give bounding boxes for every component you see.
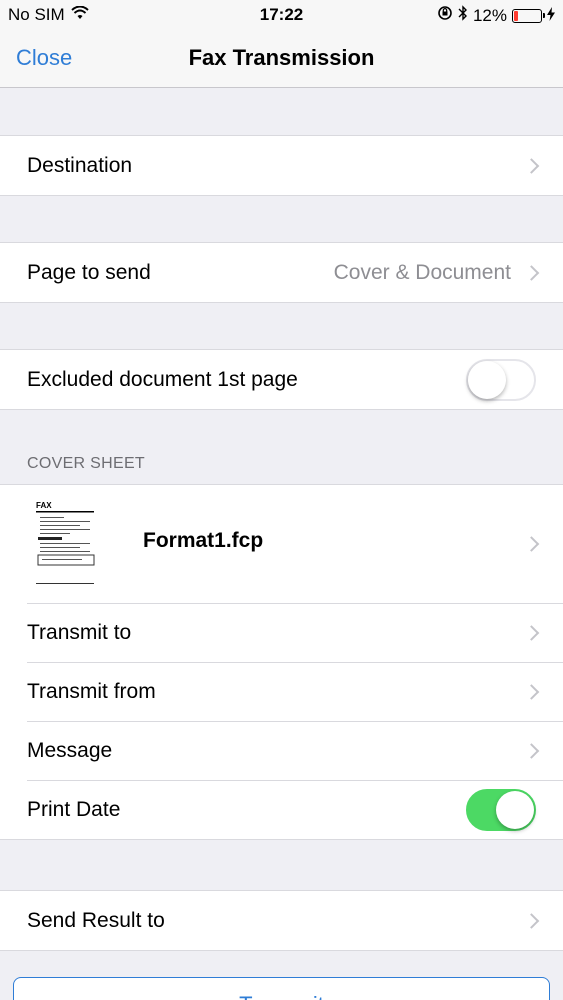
battery-icon [512, 8, 545, 23]
message-label: Message [27, 738, 113, 762]
transmit-to-row[interactable]: Transmit to [0, 603, 563, 662]
chevron-right-icon [523, 912, 540, 929]
bluetooth-icon [458, 5, 468, 26]
chevron-right-icon [523, 742, 540, 759]
destination-group: Destination [0, 135, 563, 196]
cover-format-row[interactable]: FAX Format1.fcp [0, 485, 563, 603]
orientation-lock-icon [437, 5, 453, 26]
transmit-from-label: Transmit from [27, 679, 156, 703]
excluded-label: Excluded document 1st page [27, 367, 298, 391]
page-to-send-label: Page to send [27, 260, 151, 284]
battery-percent: 12% [472, 5, 507, 25]
excluded-group: Excluded document 1st page [0, 349, 563, 410]
chevron-right-icon [523, 536, 540, 552]
page-to-send-value: Cover & Document [333, 260, 511, 284]
transmit-from-row[interactable]: Transmit from [0, 662, 563, 721]
chevron-right-icon [523, 683, 540, 700]
print-date-label: Print Date [27, 797, 121, 821]
thumb-fax-text: FAX [36, 501, 52, 510]
cover-format-name: Format1.fcp [143, 529, 264, 552]
status-bar: No SIM 17:22 12% [0, 0, 563, 30]
send-result-row[interactable]: Send Result to [0, 891, 563, 950]
transmit-to-label: Transmit to [27, 620, 132, 644]
cover-sheet-group: FAX Format1.fcp Transmit to Transmit fro… [0, 484, 563, 840]
print-date-toggle[interactable] [466, 788, 536, 831]
print-date-row: Print Date [0, 780, 563, 839]
navigation-bar: Close Fax Transmission [0, 30, 563, 88]
status-right: 12% [437, 5, 555, 26]
toggle-knob [496, 790, 534, 829]
chevron-right-icon [523, 264, 540, 281]
charging-icon [547, 6, 555, 26]
page-to-send-row[interactable]: Page to send Cover & Document [0, 243, 563, 302]
cover-thumbnail: FAX [34, 499, 98, 587]
send-result-label: Send Result to [27, 908, 165, 932]
message-row[interactable]: Message [0, 721, 563, 780]
destination-label: Destination [27, 153, 133, 177]
page-title: Fax Transmission [188, 45, 375, 70]
cover-sheet-header: COVER SHEET [27, 455, 145, 472]
send-result-group: Send Result to [0, 890, 563, 951]
page-to-send-group: Page to send Cover & Document [0, 242, 563, 303]
chevron-right-icon [523, 624, 540, 641]
excluded-row: Excluded document 1st page [0, 350, 563, 409]
excluded-toggle[interactable] [466, 358, 536, 401]
destination-row[interactable]: Destination [0, 136, 563, 195]
transmit-button[interactable]: Transmit [13, 977, 550, 1000]
chevron-right-icon [523, 157, 540, 174]
toggle-knob [468, 360, 506, 399]
